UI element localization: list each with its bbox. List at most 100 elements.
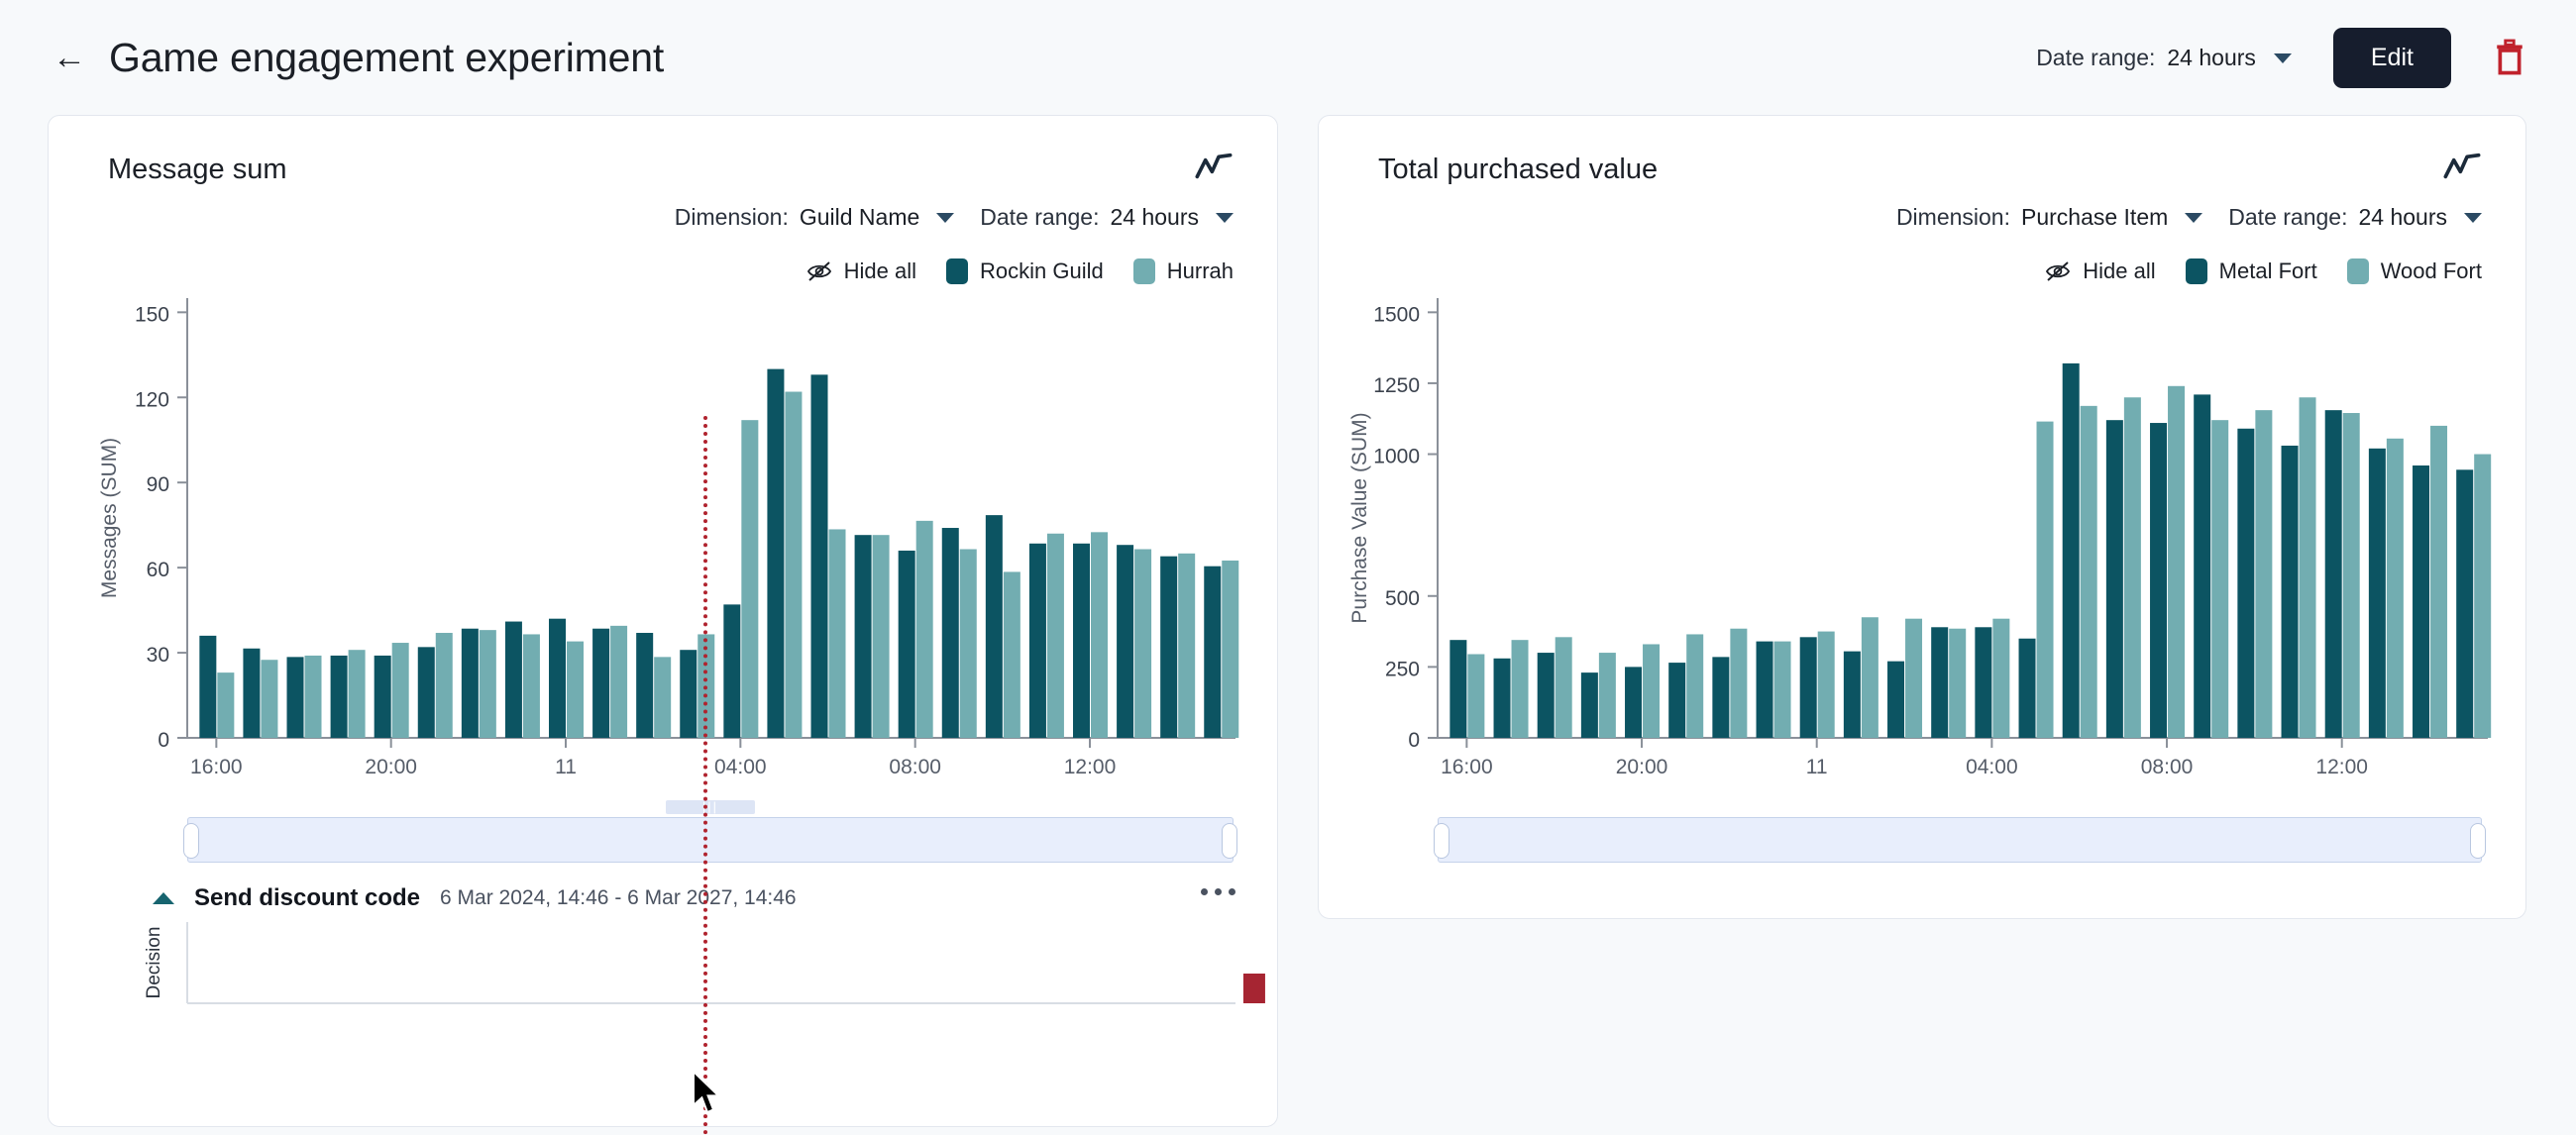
- top-bar: ← Game engagement experiment Date range:…: [0, 0, 2576, 115]
- legend-swatch: [946, 258, 969, 284]
- legend-swatch: [2346, 258, 2369, 284]
- legend-swatch: [2185, 258, 2207, 284]
- legend-item-series-1[interactable]: Rockin Guild: [946, 258, 1104, 284]
- edit-button[interactable]: Edit: [2332, 27, 2451, 88]
- date-range-value: 24 hours: [2167, 44, 2256, 70]
- legend-item-series-2[interactable]: Hurrah: [1132, 258, 1234, 284]
- svg-text:12:00: 12:00: [2315, 756, 2368, 778]
- legend-label: Rockin Guild: [980, 258, 1104, 283]
- decision-title: Send discount code: [194, 884, 421, 911]
- top-bar-actions: Date range: 24 hours Edit: [2036, 27, 2532, 88]
- card-total-purchased-value: Total purchased value Dimension: Purchas…: [1318, 115, 2526, 919]
- svg-text:04:00: 04:00: [714, 756, 767, 778]
- legend-swatch: [1132, 258, 1155, 284]
- date-range-label: Date range:: [2036, 44, 2156, 70]
- chevron-down-icon: [2464, 213, 2482, 223]
- range-grip[interactable]: |||: [666, 800, 755, 814]
- hide-all-button[interactable]: Hide all: [806, 258, 916, 284]
- svg-text:500: 500: [1385, 587, 1420, 610]
- svg-text:12:00: 12:00: [1064, 756, 1117, 778]
- line-chart-icon[interactable]: [1194, 152, 1234, 185]
- range-handle-left[interactable]: [183, 823, 199, 859]
- dimension-selector[interactable]: Dimension: Guild Name: [674, 204, 955, 231]
- card-title: Total purchased value: [1378, 154, 1659, 185]
- card-title: Message sum: [108, 154, 287, 185]
- chart-legend: Hide all Metal Fort Wood Fort: [1319, 231, 2525, 284]
- chart-controls: Dimension: Guild Name Date range: 24 hou…: [49, 186, 1277, 231]
- svg-text:04:00: 04:00: [1966, 756, 2018, 778]
- trash-icon: [2497, 39, 2522, 75]
- delete-button[interactable]: [2487, 35, 2532, 80]
- range-track[interactable]: [187, 817, 1234, 863]
- svg-text:60: 60: [147, 559, 169, 581]
- legend-label: Hurrah: [1166, 258, 1234, 283]
- legend-item-series-1[interactable]: Metal Fort: [2185, 258, 2317, 284]
- chevron-down-icon: [2273, 52, 2292, 63]
- date-range-label: Date range:: [980, 204, 1100, 230]
- range-slider-left[interactable]: |||: [183, 800, 1237, 863]
- range-track[interactable]: [1438, 817, 2482, 863]
- chevron-down-icon: [936, 213, 955, 223]
- hide-all-label: Hide all: [843, 258, 917, 283]
- legend-item-series-2[interactable]: Wood Fort: [2346, 258, 2482, 284]
- arrow-left-icon[interactable]: ←: [50, 38, 89, 77]
- dimension-selector[interactable]: Dimension: Purchase Item: [1895, 204, 2203, 231]
- dimension-value: Guild Name: [799, 204, 920, 230]
- page-title: Game engagement experiment: [109, 34, 665, 80]
- svg-text:11: 11: [555, 756, 577, 778]
- svg-text:Decision: Decision: [144, 927, 164, 999]
- chart-date-range-selector[interactable]: Date range: 24 hours: [2228, 204, 2482, 231]
- decision-plot: Decision: [49, 912, 1277, 1021]
- chart-controls: Dimension: Purchase Item Date range: 24 …: [1319, 186, 2525, 231]
- dimension-label: Dimension:: [1895, 204, 2010, 230]
- range-handle-left[interactable]: [1434, 823, 1449, 859]
- chevron-up-icon[interactable]: [153, 892, 174, 904]
- svg-text:16:00: 16:00: [190, 756, 243, 778]
- chart-legend: Hide all Rockin Guild Hurrah: [49, 231, 1277, 284]
- dimension-label: Dimension:: [674, 204, 789, 230]
- svg-text:Messages (SUM): Messages (SUM): [98, 438, 121, 598]
- range-slider-right[interactable]: [1434, 809, 2486, 863]
- svg-text:120: 120: [135, 388, 169, 411]
- line-chart-icon[interactable]: [2442, 152, 2482, 185]
- date-range-selector[interactable]: Date range: 24 hours: [2036, 45, 2292, 71]
- bar-chart-svg[interactable]: 0 250 500 1000 1250 1500 Purchase Value (SUM) 1…: [1319, 284, 2527, 799]
- eye-off-icon: [806, 261, 831, 281]
- date-range-label: Date range:: [2228, 204, 2348, 230]
- bar-chart-svg[interactable]: 0 30 60 90 120 150 Messages (SUM) 16:00 20:00 11 0…: [49, 284, 1278, 799]
- legend-label: Metal Fort: [2218, 258, 2317, 283]
- svg-text:30: 30: [147, 644, 169, 667]
- date-range-value: 24 hours: [1110, 204, 1199, 230]
- eye-off-icon: [2046, 261, 2071, 281]
- kebab-menu-icon[interactable]: [1201, 888, 1235, 895]
- svg-text:20:00: 20:00: [1616, 756, 1668, 778]
- svg-text:1000: 1000: [1373, 446, 1420, 468]
- hide-all-label: Hide all: [2083, 258, 2156, 283]
- svg-text:08:00: 08:00: [889, 756, 941, 778]
- hover-tracker-line: [703, 416, 707, 1135]
- message-sum-plot: 0 30 60 90 120 150 Messages (SUM) 16:00 20:00 11 0…: [49, 284, 1277, 799]
- card-message-sum: Message sum Dimension: Guild Name Date r…: [48, 115, 1278, 1127]
- svg-text:0: 0: [158, 729, 169, 752]
- svg-text:08:00: 08:00: [2141, 756, 2194, 778]
- date-range-value: 24 hours: [2358, 204, 2447, 230]
- legend-label: Wood Fort: [2380, 258, 2482, 283]
- decision-subtitle: 6 Mar 2024, 14:46 - 6 Mar 2027, 14:46: [440, 886, 797, 909]
- svg-text:1500: 1500: [1373, 303, 1420, 326]
- dimension-value: Purchase Item: [2020, 204, 2169, 230]
- svg-text:20:00: 20:00: [365, 756, 417, 778]
- decision-bars-svg[interactable]: Decision: [49, 912, 1278, 1021]
- svg-text:Purchase Value (SUM): Purchase Value (SUM): [1348, 412, 1371, 623]
- hide-all-button[interactable]: Hide all: [2045, 258, 2156, 284]
- range-handle-right[interactable]: [2470, 823, 2486, 859]
- svg-text:0: 0: [1408, 729, 1420, 752]
- svg-text:1250: 1250: [1373, 374, 1420, 397]
- svg-text:90: 90: [147, 473, 169, 496]
- decision-header: Send discount code 6 Mar 2024, 14:46 - 6…: [49, 863, 1277, 912]
- svg-text:250: 250: [1385, 658, 1420, 680]
- chart-date-range-selector[interactable]: Date range: 24 hours: [980, 204, 1234, 231]
- svg-text:11: 11: [1806, 756, 1828, 778]
- range-handle-right[interactable]: [1222, 823, 1237, 859]
- cards-container: Message sum Dimension: Guild Name Date r…: [0, 115, 2576, 1127]
- svg-text:150: 150: [135, 303, 169, 326]
